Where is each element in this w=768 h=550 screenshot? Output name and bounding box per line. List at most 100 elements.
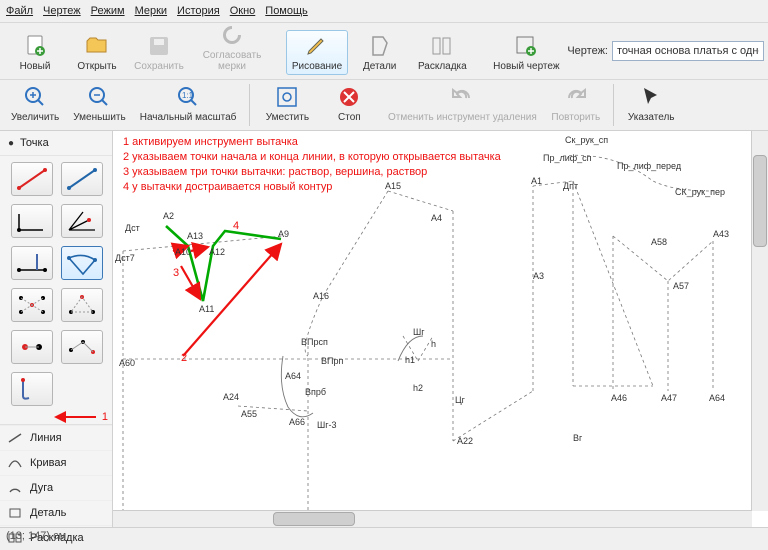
hscroll-thumb[interactable]	[273, 512, 355, 526]
svg-text:3: 3	[173, 267, 179, 279]
file-new-icon	[22, 33, 48, 59]
tool-angle[interactable]	[11, 204, 53, 238]
menu-bar: Файл Чертеж Режим Мерки История Окно Пом…	[0, 0, 768, 23]
pt: А43	[713, 229, 729, 239]
palette-header-point[interactable]: Точка	[0, 131, 112, 156]
pt: А57	[673, 281, 689, 291]
sync-icon	[219, 22, 245, 48]
horizontal-scrollbar[interactable]	[113, 510, 752, 527]
sidebar: Точка 1 Линия Кривая Дуга Деталь Расклад…	[0, 131, 113, 527]
pt: А58	[651, 237, 667, 247]
mode-layout-button[interactable]: Раскладка	[411, 30, 473, 75]
pt: А24	[223, 392, 239, 402]
tool-point-xy[interactable]	[11, 330, 53, 364]
pt: Цг	[455, 395, 465, 405]
pt: Впрб	[305, 387, 326, 397]
cat-detail[interactable]: Деталь	[0, 500, 112, 525]
mode-drawing-button[interactable]: Рисование	[286, 30, 348, 75]
pencil-icon	[304, 33, 330, 59]
redo-button[interactable]: Повторить	[544, 81, 607, 126]
pt: А2	[163, 211, 174, 221]
open-button[interactable]: Открыть	[66, 30, 128, 75]
drawing-canvas[interactable]: 1 активируем инструмент вытачка 2 указыв…	[113, 131, 752, 511]
fit-icon	[274, 84, 300, 110]
tool-dart[interactable]	[61, 246, 103, 280]
cursor-icon	[638, 84, 664, 110]
pt: А46	[611, 393, 627, 403]
menu-window[interactable]: Окно	[230, 5, 256, 17]
pt: А16	[313, 291, 329, 301]
canvas-wrap: 1 активируем инструмент вытачка 2 указыв…	[113, 131, 768, 527]
tool-triangle[interactable]	[61, 288, 103, 322]
toolbar-main: Новый Открыть Сохранить Согласовать мерк…	[0, 23, 768, 80]
save-icon	[146, 33, 172, 59]
redo-icon	[563, 84, 589, 110]
pt: Вг	[573, 433, 582, 443]
pt: А1	[531, 176, 542, 186]
details-icon	[367, 33, 393, 59]
stop-button[interactable]: Стоп	[318, 81, 380, 126]
pt: А55	[241, 409, 257, 419]
pt: СК_рук_пер	[675, 187, 725, 197]
vertical-scrollbar[interactable]	[751, 131, 768, 511]
tool-endpoint[interactable]	[11, 372, 53, 406]
pt: Дст7	[115, 253, 135, 263]
toolbar-view: Увеличить Уменьшить 1:1 Начальный масшта…	[0, 80, 768, 131]
pt: А60	[119, 358, 135, 368]
zoom-in-button[interactable]: Увеличить	[4, 81, 66, 126]
toolbar-separator	[249, 84, 250, 126]
pt: h	[431, 339, 436, 349]
pt: А12	[209, 247, 225, 257]
cat-curve[interactable]: Кривая	[0, 450, 112, 475]
menu-file[interactable]: Файл	[6, 5, 33, 17]
vscroll-thumb[interactable]	[753, 155, 767, 247]
pt: Дст	[125, 223, 140, 233]
save-button[interactable]: Сохранить	[128, 30, 190, 75]
cat-arc[interactable]: Дуга	[0, 475, 112, 500]
folder-open-icon	[84, 33, 110, 59]
tool-line-between[interactable]	[61, 162, 103, 196]
new-button[interactable]: Новый	[4, 30, 66, 75]
drawing-label: Чертеж:	[567, 45, 608, 57]
pointer-button[interactable]: Указатель	[620, 81, 682, 126]
pt: А9	[278, 229, 289, 239]
svg-text:1:1: 1:1	[182, 91, 194, 100]
tool-intersection[interactable]	[11, 288, 53, 322]
pt: Ск_рук_сп	[565, 135, 608, 145]
zoom-in-icon	[22, 84, 48, 110]
pt: А66	[289, 417, 305, 427]
menu-drawing[interactable]: Чертеж	[43, 5, 81, 17]
tool-bisector[interactable]	[61, 204, 103, 238]
palette-grid	[0, 156, 112, 406]
sync-measures-button[interactable]: Согласовать мерки	[190, 19, 274, 75]
undo-delete-button[interactable]: Отменить инструмент удаления	[380, 81, 544, 126]
pt: А4	[431, 213, 442, 223]
tool-point-of-contact[interactable]	[61, 330, 103, 364]
mode-details-button[interactable]: Детали	[349, 30, 411, 75]
fit-button[interactable]: Уместить	[256, 81, 318, 126]
zoom-initial-button[interactable]: 1:1 Начальный масштаб	[133, 81, 244, 126]
pt: А13	[187, 231, 203, 241]
menu-history[interactable]: История	[177, 5, 220, 17]
undo-icon	[449, 84, 475, 110]
menu-measures[interactable]: Мерки	[135, 5, 167, 17]
toolbar-separator	[613, 84, 614, 126]
layout-icon	[429, 33, 455, 59]
pattern-svg: 2 3 4	[113, 131, 752, 511]
pt: А3	[533, 271, 544, 281]
menu-mode[interactable]: Режим	[91, 5, 125, 17]
cat-line[interactable]: Линия	[0, 425, 112, 450]
new-drawing-icon	[513, 33, 539, 59]
tool-point-on-line[interactable]	[11, 162, 53, 196]
status-coords: (13; 147) см	[6, 530, 66, 542]
zoom-out-button[interactable]: Уменьшить	[66, 81, 132, 126]
annotation-arrow-1: 1	[0, 410, 112, 424]
new-drawing-button[interactable]: Новый чертеж	[485, 30, 567, 75]
pt: А64	[709, 393, 725, 403]
pt: Пр_лиф_перед	[617, 161, 681, 171]
menu-help[interactable]: Помощь	[265, 5, 308, 17]
pt: h1	[405, 355, 415, 365]
drawing-select[interactable]	[612, 41, 764, 61]
tool-perpendicular[interactable]	[11, 246, 53, 280]
stop-icon	[336, 84, 362, 110]
